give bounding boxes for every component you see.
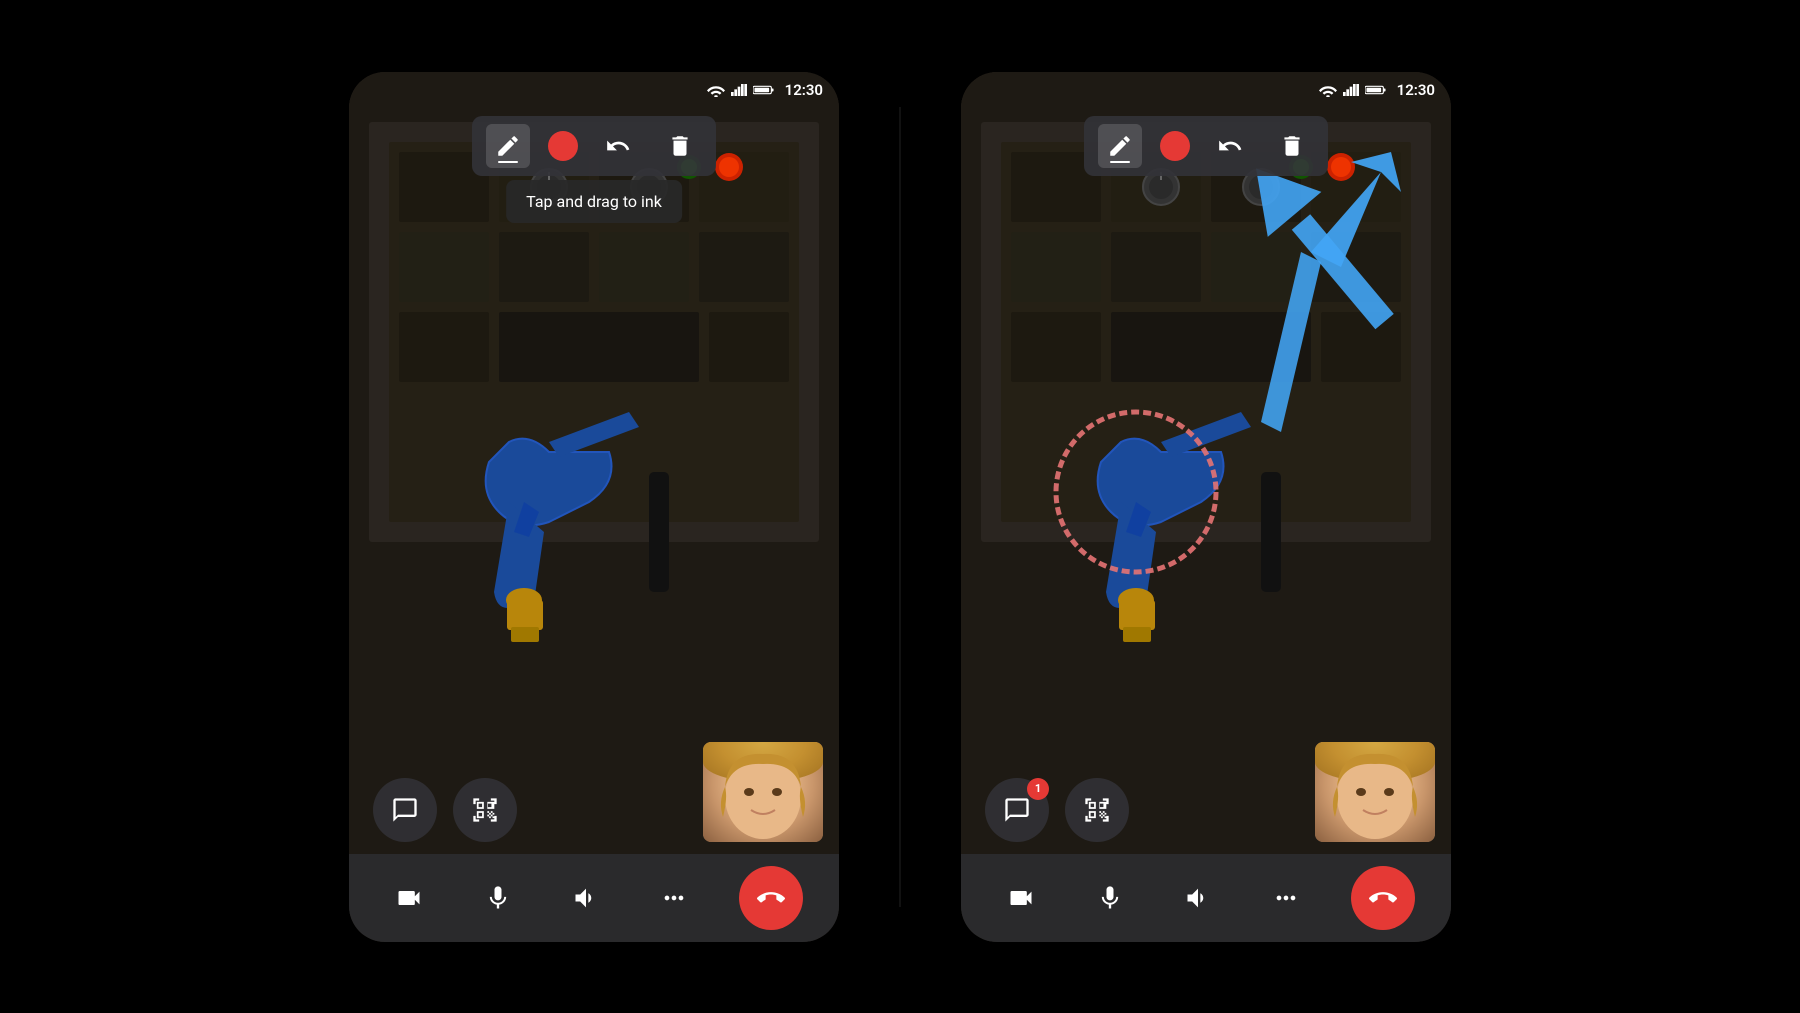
right-mic-button[interactable] [1086,874,1134,922]
left-mic-button[interactable] [474,874,522,922]
right-color-picker[interactable] [1160,131,1190,161]
phone-separator [899,107,901,907]
right-battery-icon [1365,84,1387,96]
left-chat-icon [391,796,419,824]
left-time: 12:30 [785,81,823,99]
left-pen-icon [495,133,521,159]
left-tooltip: Tap and drag to ink [506,180,682,223]
right-delete-icon [1279,133,1305,159]
right-status-bar: 12:30 [961,72,1451,108]
left-status-bar: 12:30 [349,72,839,108]
left-ar-button[interactable] [453,778,517,842]
left-more-icon [660,884,688,912]
left-end-call-icon [757,884,785,912]
right-toolbar [1084,116,1328,176]
right-speaker-button[interactable] [1174,874,1222,922]
right-notification-badge: 1 [1027,778,1049,800]
left-pen-button[interactable] [486,124,530,168]
left-bottom-bar [349,854,839,942]
left-undo-button[interactable] [596,124,640,168]
right-end-call-icon [1369,884,1397,912]
left-status-icons: 12:30 [707,81,823,99]
right-more-button[interactable] [1262,874,1310,922]
left-speaker-icon [572,884,600,912]
left-ar-icon [471,796,499,824]
right-chat-button[interactable]: 1 [985,778,1049,842]
right-fab-area: 1 [961,778,1451,842]
left-speaker-button[interactable] [562,874,610,922]
right-undo-button[interactable] [1208,124,1252,168]
right-bottom-bar [961,854,1451,942]
left-video-icon [395,884,423,912]
left-battery-icon [753,84,775,96]
right-delete-button[interactable] [1270,124,1314,168]
right-more-icon [1272,884,1300,912]
left-more-button[interactable] [650,874,698,922]
left-delete-icon [667,133,693,159]
left-wifi-icon [707,83,725,97]
right-time: 12:30 [1397,81,1435,99]
right-video-icon [1007,884,1035,912]
right-end-call-button[interactable] [1351,866,1415,930]
left-undo-icon [605,133,631,159]
left-toolbar [472,116,716,176]
left-chat-button[interactable] [373,778,437,842]
right-pen-button[interactable] [1098,124,1142,168]
left-phone: 12:30 Tap and drag to ink [349,72,839,942]
left-end-call-button[interactable] [739,866,803,930]
right-speaker-icon [1184,884,1212,912]
right-video-button[interactable] [997,874,1045,922]
right-mic-icon [1096,884,1124,912]
left-mic-icon [484,884,512,912]
left-signal-icon [731,83,747,97]
right-status-icons: 12:30 [1319,81,1435,99]
right-ar-button[interactable] [1065,778,1129,842]
right-wifi-icon [1319,83,1337,97]
right-phone: 12:30 [961,72,1451,942]
right-undo-icon [1217,133,1243,159]
right-signal-icon [1343,83,1359,97]
right-pen-icon [1107,133,1133,159]
left-delete-button[interactable] [658,124,702,168]
right-chat-icon [1003,796,1031,824]
right-ar-icon [1083,796,1111,824]
left-fab-area [349,778,839,842]
left-color-picker[interactable] [548,131,578,161]
left-video-button[interactable] [385,874,433,922]
